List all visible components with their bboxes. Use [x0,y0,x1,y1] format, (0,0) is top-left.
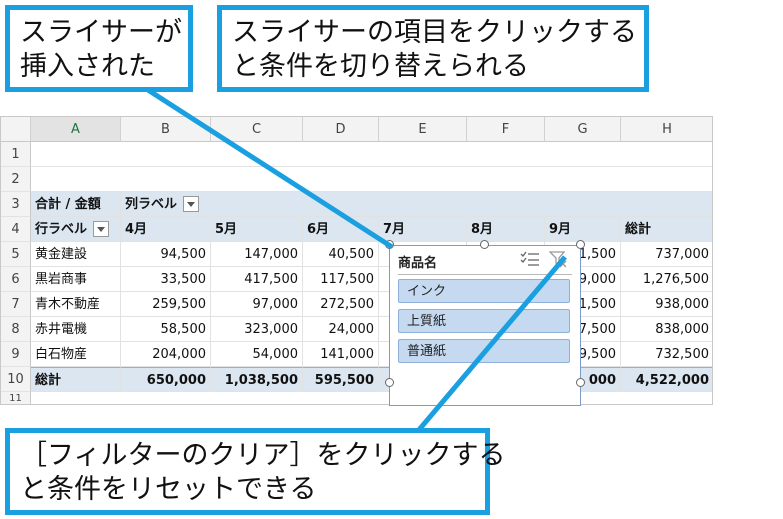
sheet-row: 4 行ラベル 4月 5月 6月 7月 8月 9月 総計 [1,217,712,242]
company-cell[interactable]: 青木不動産 [31,292,121,317]
table-row: 8 赤井電機 58,500 323,000 24,000 7,500 838,0… [1,317,712,342]
resize-handle[interactable] [576,240,585,249]
col-header-b[interactable]: B [121,117,211,142]
col-header-g[interactable]: G [545,117,621,142]
value-cell[interactable]: 97,000 [211,292,303,317]
value-cell[interactable]: 94,500 [121,242,211,267]
total-cell[interactable]: 737,000 [621,242,712,267]
value-cell[interactable]: 54,000 [211,342,303,367]
col-header-d[interactable]: D [303,117,379,142]
row-header[interactable]: 4 [1,217,31,242]
resize-handle[interactable] [480,240,489,249]
slicer[interactable]: 商品名 インク 上質紙 普通紙 [389,245,581,406]
select-all-corner[interactable] [1,117,31,142]
total-cell[interactable]: 938,000 [621,292,712,317]
row-header[interactable]: 11 [1,392,31,404]
total-cell[interactable]: 732,500 [621,342,712,367]
company-cell[interactable]: 白石物産 [31,342,121,367]
month-header[interactable]: 7月 [379,217,467,242]
row-header[interactable]: 5 [1,242,31,267]
empty-cells[interactable] [31,142,712,167]
table-row: 9 白石物産 204,000 54,000 141,000 9,500 732,… [1,342,712,367]
row-label-text: 行ラベル [35,222,88,237]
row-header[interactable]: 9 [1,342,31,367]
col-header-a[interactable]: A [31,117,121,142]
month-header[interactable]: 9月 [545,217,621,242]
sheet-row: 1 [1,142,712,167]
col-header-h[interactable]: H [621,117,712,142]
month-header[interactable]: 5月 [211,217,303,242]
value-cell[interactable]: 24,000 [303,317,379,342]
total-header[interactable]: 総計 [621,217,712,242]
row-header[interactable]: 8 [1,317,31,342]
value-cell[interactable]: 58,500 [121,317,211,342]
sheet-row: 2 [1,167,712,192]
row-header[interactable]: 10 [1,367,31,392]
value-cell[interactable]: 259,500 [121,292,211,317]
sheet-row: 3 合計 / 金額 列ラベル [1,192,712,217]
col-label-filter-dropdown[interactable] [183,195,200,212]
callout-clear-filter: ［フィルターのクリア］をクリックする と条件をリセットできる [5,428,505,515]
value-cell[interactable]: 33,500 [121,267,211,292]
resize-handle[interactable] [576,378,585,387]
empty-cells[interactable] [31,392,712,404]
row-header[interactable]: 3 [1,192,31,217]
col-header-f[interactable]: F [467,117,545,142]
table-row: 7 青木不動産 259,500 97,000 272,500 1,500 938… [1,292,712,317]
slicer-item[interactable]: 上質紙 [398,309,570,333]
value-cell[interactable]: 147,000 [211,242,303,267]
clear-filter-icon[interactable] [549,250,567,268]
slicer-item[interactable]: 普通紙 [398,339,570,363]
resize-handle[interactable] [385,240,394,249]
callout-click-item: スライサーの項目をクリックする と条件を切り替えられる [217,5,649,92]
grand-total-cell[interactable]: 4,522,000 [621,367,712,392]
callout-slicer-inserted: スライサーが 挿入された [5,5,193,92]
sheet-row: 11 [1,392,712,404]
col-label-text: 列ラベル [125,197,178,212]
total-label-cell[interactable]: 総計 [31,367,121,392]
slicer-item[interactable]: インク [398,279,570,303]
value-cell[interactable]: 40,500 [303,242,379,267]
company-cell[interactable]: 黄金建設 [31,242,121,267]
value-cell[interactable]: 141,000 [303,342,379,367]
total-cell[interactable]: 1,276,500 [621,267,712,292]
value-cell[interactable]: 117,500 [303,267,379,292]
total-value-cell[interactable]: 650,000 [121,367,211,392]
value-cell[interactable]: 323,000 [211,317,303,342]
month-header[interactable]: 6月 [303,217,379,242]
total-cell[interactable]: 838,000 [621,317,712,342]
sum-label-cell[interactable]: 合計 / 金額 [31,192,121,217]
col-header-e[interactable]: E [379,117,467,142]
empty-cells[interactable] [31,167,712,192]
table-row: 6 黒岩商事 33,500 417,500 117,500 9,000 1,27… [1,267,712,292]
slicer-divider [398,274,572,275]
spreadsheet: A B C D E F G H 1 2 3 合計 / 金額 列ラベル 4 行ラベ… [0,116,713,405]
col-label-cell[interactable]: 列ラベル [121,192,712,217]
value-cell[interactable]: 272,500 [303,292,379,317]
month-header[interactable]: 4月 [121,217,211,242]
resize-handle[interactable] [385,378,394,387]
slicer-title: 商品名 [398,256,438,271]
total-value-cell[interactable]: 595,500 [303,367,379,392]
column-header-row: A B C D E F G H [1,117,712,142]
row-label-cell[interactable]: 行ラベル [31,217,121,242]
row-header[interactable]: 2 [1,167,31,192]
total-row: 10 総計 650,000 1,038,500 595,500 000 4,52… [1,367,712,392]
value-cell[interactable]: 417,500 [211,267,303,292]
row-header[interactable]: 7 [1,292,31,317]
row-header[interactable]: 6 [1,267,31,292]
col-header-c[interactable]: C [211,117,303,142]
month-header[interactable]: 8月 [467,217,545,242]
multi-select-icon[interactable] [520,251,540,267]
table-row: 5 黄金建設 94,500 147,000 40,500 1,500 737,0… [1,242,712,267]
company-cell[interactable]: 赤井電機 [31,317,121,342]
total-value-cell[interactable]: 1,038,500 [211,367,303,392]
value-cell[interactable]: 204,000 [121,342,211,367]
row-label-filter-dropdown[interactable] [93,220,110,237]
row-header[interactable]: 1 [1,142,31,167]
company-cell[interactable]: 黒岩商事 [31,267,121,292]
